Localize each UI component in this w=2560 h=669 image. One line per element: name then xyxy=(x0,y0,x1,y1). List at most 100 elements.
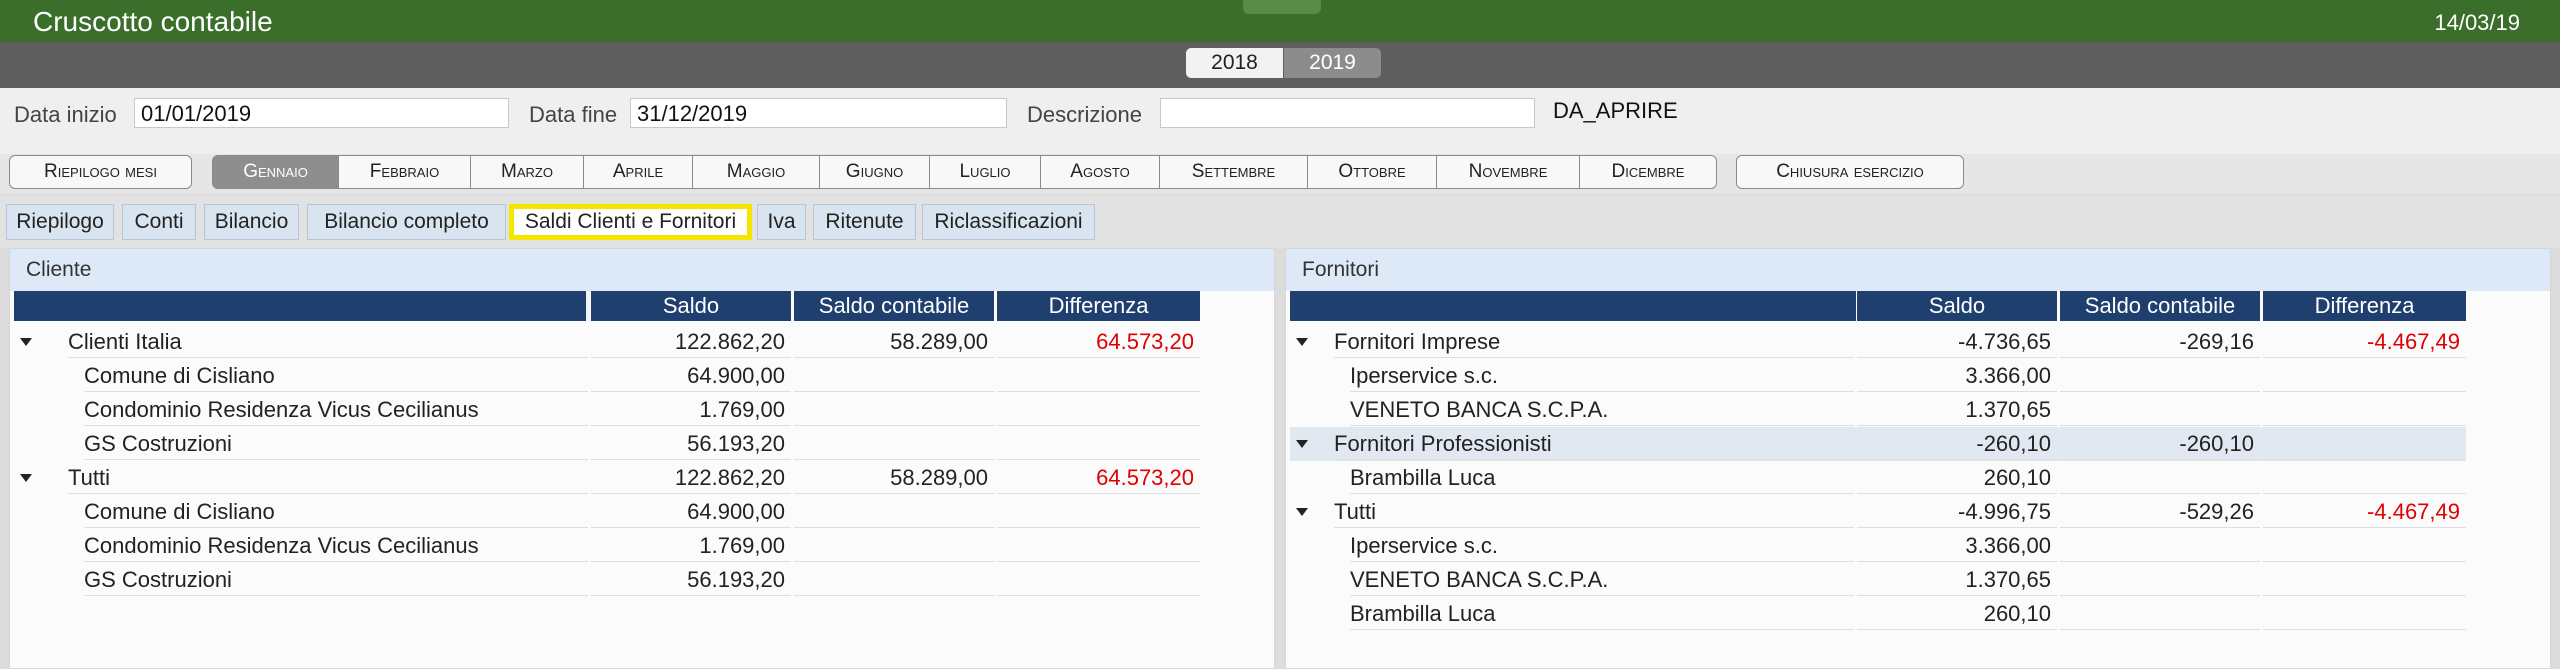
cell-differenza: -4.467,49 xyxy=(2263,325,2466,358)
row-label: Clienti Italia xyxy=(68,325,588,358)
fornitori-differenza-header: Differenza xyxy=(2263,291,2466,321)
cell-saldo: 64.900,00 xyxy=(591,495,791,528)
row-label: Brambilla Luca xyxy=(1350,597,1854,630)
tab-bar: Riepilogo Conti Bilancio Bilancio comple… xyxy=(0,196,2560,248)
cell-differenza: -4.467,49 xyxy=(2263,495,2466,528)
clienti-panel: Cliente Saldo Saldo contabile Differenza… xyxy=(9,248,1275,669)
tab-riclassificazioni[interactable]: Riclassificazioni xyxy=(922,204,1095,240)
row-label: Condominio Residenza Vicus Cecilianus xyxy=(84,529,588,562)
data-inizio-label: Data inizio xyxy=(14,102,117,127)
table-row[interactable]: Tutti -4.996,75 -529,26 -4.467,49 xyxy=(1290,495,2466,529)
cell-saldo: 1.370,65 xyxy=(1857,563,2057,596)
cell-saldo: 56.193,20 xyxy=(591,563,791,596)
table-row[interactable]: Brambilla Luca 260,10 xyxy=(1290,461,2466,495)
data-inizio-field[interactable]: 01/01/2019 xyxy=(134,98,509,128)
year-2018-button[interactable]: 2018 xyxy=(1186,48,1283,78)
cell-saldo: 260,10 xyxy=(1857,461,2057,494)
cell-saldo: 260,10 xyxy=(1857,597,2057,630)
table-row[interactable]: Tutti 122.862,20 58.289,00 64.573,20 xyxy=(14,461,1200,495)
cell-saldo: 64.900,00 xyxy=(591,359,791,392)
cell-saldo-contabile xyxy=(2060,597,2260,630)
cell-differenza: 64.573,20 xyxy=(997,325,1200,358)
row-label: Tutti xyxy=(68,461,588,494)
month-ottobre-button[interactable]: Ottobre xyxy=(1307,155,1437,189)
descrizione-static-text: DA_APRIRE xyxy=(1553,98,1678,123)
expand-triangle-icon[interactable] xyxy=(1296,440,1308,448)
cell-saldo: 122.862,20 xyxy=(591,461,791,494)
cell-differenza xyxy=(997,495,1200,528)
row-label: GS Costruzioni xyxy=(84,563,588,596)
tab-ritenute[interactable]: Ritenute xyxy=(813,204,916,240)
cell-saldo: 56.193,20 xyxy=(591,427,791,460)
tab-riepilogo[interactable]: Riepilogo xyxy=(6,204,114,240)
tab-bilancio[interactable]: Bilancio xyxy=(204,204,299,240)
row-label: Fornitori Imprese xyxy=(1334,325,1854,358)
tab-conti[interactable]: Conti xyxy=(122,204,196,240)
tab-bilancio-completo[interactable]: Bilancio completo xyxy=(307,204,506,240)
table-row[interactable]: Iperservice s.c. 3.366,00 xyxy=(1290,529,2466,563)
month-giugno-button[interactable]: Giugno xyxy=(819,155,930,189)
chiusura-esercizio-button[interactable]: Chiusura esercizio xyxy=(1736,155,1964,189)
month-febbraio-button[interactable]: Febbraio xyxy=(338,155,471,189)
cell-saldo-contabile xyxy=(794,359,994,392)
riepilogo-mesi-button[interactable]: Riepilogo mesi xyxy=(9,155,192,189)
month-gennaio-button[interactable]: Gennaio xyxy=(212,155,339,189)
month-agosto-button[interactable]: Agosto xyxy=(1040,155,1160,189)
descrizione-field[interactable] xyxy=(1160,98,1535,128)
cell-saldo-contabile: 58.289,00 xyxy=(794,325,994,358)
month-luglio-button[interactable]: Luglio xyxy=(929,155,1041,189)
month-marzo-button[interactable]: Marzo xyxy=(470,155,584,189)
month-maggio-button[interactable]: Maggio xyxy=(692,155,820,189)
month-bar: Riepilogo mesi Gennaio Febbraio Marzo Ap… xyxy=(0,154,2560,194)
table-row[interactable]: Fornitori Professionisti -260,10 -260,10 xyxy=(1290,427,2466,461)
fornitori-saldo-contabile-header: Saldo contabile xyxy=(2060,291,2260,321)
table-row[interactable]: GS Costruzioni 56.193,20 xyxy=(14,563,1200,597)
table-row[interactable]: Comune di Cisliano 64.900,00 xyxy=(14,495,1200,529)
cell-differenza xyxy=(2263,461,2466,494)
table-row[interactable]: Condominio Residenza Vicus Cecilianus 1.7… xyxy=(14,393,1200,427)
tab-saldi-clienti-fornitori[interactable]: Saldi Clienti e Fornitori xyxy=(509,204,752,240)
month-aprile-button[interactable]: Aprile xyxy=(583,155,693,189)
cell-saldo: 3.366,00 xyxy=(1857,359,2057,392)
header-separator xyxy=(586,291,590,321)
row-label: Comune di Cisliano xyxy=(84,359,588,392)
cell-saldo-contabile xyxy=(2060,563,2260,596)
table-row[interactable]: Comune di Cisliano 64.900,00 xyxy=(14,359,1200,393)
cell-saldo-contabile xyxy=(2060,359,2260,392)
month-dicembre-button[interactable]: Dicembre xyxy=(1579,155,1717,189)
month-novembre-button[interactable]: Novembre xyxy=(1436,155,1580,189)
data-fine-field[interactable]: 31/12/2019 xyxy=(630,98,1007,128)
table-row[interactable]: Iperservice s.c. 3.366,00 xyxy=(1290,359,2466,393)
window-grip[interactable] xyxy=(1243,0,1321,14)
tab-iva[interactable]: Iva xyxy=(757,204,806,240)
month-settembre-button[interactable]: Settembre xyxy=(1159,155,1308,189)
expand-triangle-icon[interactable] xyxy=(20,474,32,482)
cell-saldo: -4.996,75 xyxy=(1857,495,2057,528)
table-row[interactable]: Condominio Residenza Vicus Cecilianus 1.7… xyxy=(14,529,1200,563)
cell-differenza xyxy=(997,529,1200,562)
table-row[interactable]: Fornitori Imprese -4.736,65 -269,16 -4.467,… xyxy=(1290,325,2466,359)
cell-saldo: 1.769,00 xyxy=(591,393,791,426)
table-row[interactable]: GS Costruzioni 56.193,20 xyxy=(14,427,1200,461)
fornitori-panel-title: Fornitori xyxy=(1286,249,2550,291)
row-label: Comune di Cisliano xyxy=(84,495,588,528)
expand-triangle-icon[interactable] xyxy=(20,338,32,346)
cell-differenza xyxy=(2263,563,2466,596)
row-label: GS Costruzioni xyxy=(84,427,588,460)
cell-saldo-contabile xyxy=(794,529,994,562)
fornitori-panel: Fornitori Saldo Saldo contabile Differen… xyxy=(1285,248,2551,669)
cell-saldo-contabile: -269,16 xyxy=(2060,325,2260,358)
row-label: Condominio Residenza Vicus Cecilianus xyxy=(84,393,588,426)
cell-saldo-contabile xyxy=(794,393,994,426)
expand-triangle-icon[interactable] xyxy=(1296,338,1308,346)
row-label: Tutti xyxy=(1334,495,1854,528)
expand-triangle-icon[interactable] xyxy=(1296,508,1308,516)
year-2019-button[interactable]: 2019 xyxy=(1284,48,1381,78)
table-row[interactable]: Brambilla Luca 260,10 xyxy=(1290,597,2466,631)
table-row[interactable]: VENETO BANCA S.C.P.A. 1.370,65 xyxy=(1290,563,2466,597)
cell-saldo: 1.370,65 xyxy=(1857,393,2057,426)
clienti-label-header xyxy=(14,291,588,321)
table-row[interactable]: Clienti Italia 122.862,20 58.289,00 64.573,… xyxy=(14,325,1200,359)
table-row[interactable]: VENETO BANCA S.C.P.A. 1.370,65 xyxy=(1290,393,2466,427)
descrizione-label: Descrizione xyxy=(1027,102,1142,127)
